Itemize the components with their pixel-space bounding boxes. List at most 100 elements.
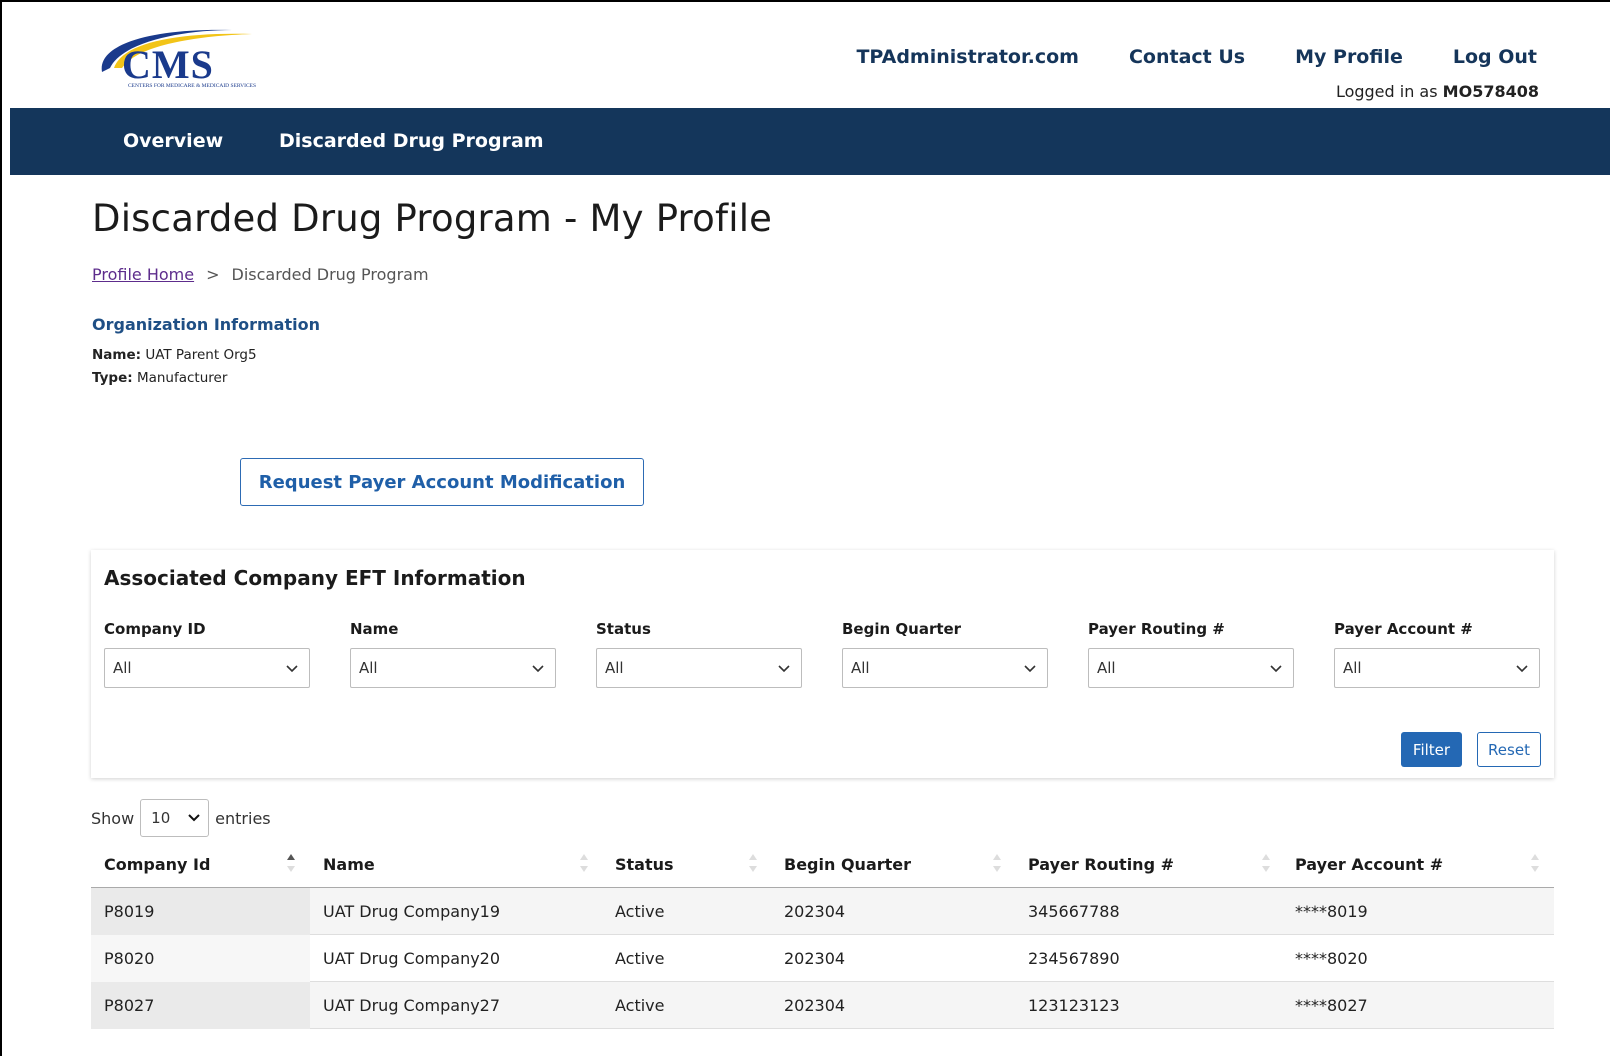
sort-icon bbox=[580, 854, 588, 872]
column-header-payer-account[interactable]: Payer Account # bbox=[1295, 840, 1550, 888]
filter-payer-routing: Payer Routing # All bbox=[1088, 620, 1294, 688]
table-header: Company Id Name Status Begin Quarter Pay… bbox=[91, 840, 1554, 888]
nav-item-overview[interactable]: Overview bbox=[123, 130, 223, 152]
request-payer-account-modification-button[interactable]: Request Payer Account Modification bbox=[240, 458, 644, 506]
select-value: All bbox=[1343, 659, 1362, 677]
log-out-link[interactable]: Log Out bbox=[1453, 46, 1537, 68]
cell-payer-account: ****8019 bbox=[1295, 902, 1368, 921]
breadcrumb-separator: > bbox=[206, 265, 220, 284]
begin-quarter-select[interactable]: All bbox=[842, 648, 1048, 688]
page-frame: CMS CENTERS FOR MEDICARE & MEDICAID SERV… bbox=[0, 0, 1610, 1056]
filter-label: Name bbox=[350, 620, 399, 638]
cell-payer-routing: 123123123 bbox=[1028, 996, 1120, 1015]
filter-button[interactable]: Filter bbox=[1401, 732, 1462, 767]
cell-name: UAT Drug Company27 bbox=[323, 996, 501, 1015]
select-value: All bbox=[851, 659, 870, 677]
select-value: All bbox=[605, 659, 624, 677]
tpadministrator-link[interactable]: TPAdministrator.com bbox=[856, 46, 1079, 68]
org-name-value: UAT Parent Org5 bbox=[145, 347, 257, 363]
column-header-payer-routing[interactable]: Payer Routing # bbox=[1028, 840, 1278, 888]
cell-payer-routing: 234567890 bbox=[1028, 949, 1120, 968]
chevron-down-icon bbox=[1270, 665, 1282, 673]
select-value: All bbox=[1097, 659, 1116, 677]
org-type-line: Type: Manufacturer bbox=[92, 370, 227, 386]
column-header-begin-quarter[interactable]: Begin Quarter bbox=[784, 840, 1009, 888]
select-value: All bbox=[359, 659, 378, 677]
cell-company-id: P8027 bbox=[91, 982, 310, 1029]
main-navbar: Overview Discarded Drug Program bbox=[10, 108, 1610, 175]
filter-name: Name All bbox=[350, 620, 556, 688]
org-type-label: Type: bbox=[92, 370, 133, 386]
chevron-down-icon bbox=[532, 665, 544, 673]
column-label: Payer Routing # bbox=[1028, 854, 1174, 874]
payer-routing-select[interactable]: All bbox=[1088, 648, 1294, 688]
cell-name: UAT Drug Company20 bbox=[323, 949, 501, 968]
org-info-heading: Organization Information bbox=[92, 315, 320, 334]
status-select[interactable]: All bbox=[596, 648, 802, 688]
nav-item-discarded-drug-program[interactable]: Discarded Drug Program bbox=[279, 130, 544, 152]
breadcrumb-profile-home[interactable]: Profile Home bbox=[92, 265, 194, 284]
sort-icon bbox=[1262, 854, 1270, 872]
column-label: Name bbox=[323, 854, 375, 874]
chevron-down-icon bbox=[286, 665, 298, 673]
logo-text: CMS bbox=[122, 42, 214, 87]
logged-in-status: Logged in as MO578408 bbox=[1336, 82, 1539, 101]
breadcrumb-current: Discarded Drug Program bbox=[231, 265, 429, 284]
header-links: TPAdministrator.com Contact Us My Profil… bbox=[856, 46, 1537, 68]
reset-button[interactable]: Reset bbox=[1477, 732, 1541, 767]
column-header-status[interactable]: Status bbox=[615, 840, 765, 888]
eft-filter-panel: Associated Company EFT Information Compa… bbox=[91, 550, 1554, 778]
chevron-down-icon bbox=[1516, 665, 1528, 673]
entries-select[interactable]: 10 bbox=[140, 799, 210, 837]
sort-ascending-icon bbox=[287, 854, 295, 872]
entries-label: entries bbox=[215, 808, 271, 828]
column-label: Status bbox=[615, 854, 674, 874]
site-header: CMS CENTERS FOR MEDICARE & MEDICAID SERV… bbox=[10, 2, 1610, 108]
payer-account-select[interactable]: All bbox=[1334, 648, 1540, 688]
org-type-value: Manufacturer bbox=[136, 370, 228, 386]
chevron-down-icon bbox=[778, 665, 790, 673]
logged-in-user: MO578408 bbox=[1442, 82, 1539, 101]
page-title: Discarded Drug Program - My Profile bbox=[92, 197, 773, 240]
filter-payer-account: Payer Account # All bbox=[1334, 620, 1540, 688]
filter-status: Status All bbox=[596, 620, 802, 688]
cell-status: Active bbox=[615, 902, 665, 921]
table-row: P8019 UAT Drug Company19 Active 202304 3… bbox=[91, 888, 1554, 935]
sort-icon bbox=[749, 854, 757, 872]
logged-in-prefix: Logged in as bbox=[1335, 82, 1438, 101]
select-value: All bbox=[113, 659, 132, 677]
column-label: Begin Quarter bbox=[784, 854, 912, 874]
sort-icon bbox=[1531, 854, 1539, 872]
column-label: Company Id bbox=[104, 854, 211, 874]
show-label: Show bbox=[91, 808, 135, 828]
filter-label: Payer Routing # bbox=[1088, 620, 1225, 638]
cell-begin-quarter: 202304 bbox=[784, 996, 846, 1015]
filter-begin-quarter: Begin Quarter All bbox=[842, 620, 1048, 688]
chevron-down-icon bbox=[1024, 665, 1036, 673]
cell-name: UAT Drug Company19 bbox=[323, 902, 501, 921]
name-select[interactable]: All bbox=[350, 648, 556, 688]
cell-begin-quarter: 202304 bbox=[784, 949, 846, 968]
column-header-company-id[interactable]: Company Id bbox=[104, 840, 310, 888]
filter-company-id: Company ID All bbox=[104, 620, 310, 688]
breadcrumb: Profile Home > Discarded Drug Program bbox=[92, 265, 429, 284]
column-label: Payer Account # bbox=[1295, 854, 1444, 874]
my-profile-link[interactable]: My Profile bbox=[1295, 46, 1403, 68]
org-name-line: Name: UAT Parent Org5 bbox=[92, 347, 257, 363]
caret-down-icon bbox=[188, 814, 200, 822]
cell-payer-account: ****8027 bbox=[1295, 996, 1368, 1015]
table-row: P8020 UAT Drug Company20 Active 202304 2… bbox=[91, 935, 1554, 982]
contact-us-link[interactable]: Contact Us bbox=[1129, 46, 1245, 68]
cell-begin-quarter: 202304 bbox=[784, 902, 846, 921]
eft-table: Company Id Name Status Begin Quarter Pay… bbox=[91, 840, 1554, 1029]
company-id-select[interactable]: All bbox=[104, 648, 310, 688]
filter-label: Begin Quarter bbox=[842, 620, 962, 638]
table-row: P8027 UAT Drug Company27 Active 202304 1… bbox=[91, 982, 1554, 1029]
org-name-label: Name: bbox=[92, 347, 142, 363]
cell-status: Active bbox=[615, 949, 665, 968]
cms-logo[interactable]: CMS CENTERS FOR MEDICARE & MEDICAID SERV… bbox=[92, 24, 277, 90]
show-entries-control: Show 10 entries bbox=[91, 799, 271, 837]
filter-label: Status bbox=[596, 620, 651, 638]
logo-subtext: CENTERS FOR MEDICARE & MEDICAID SERVICES bbox=[128, 83, 256, 89]
column-header-name[interactable]: Name bbox=[323, 840, 595, 888]
